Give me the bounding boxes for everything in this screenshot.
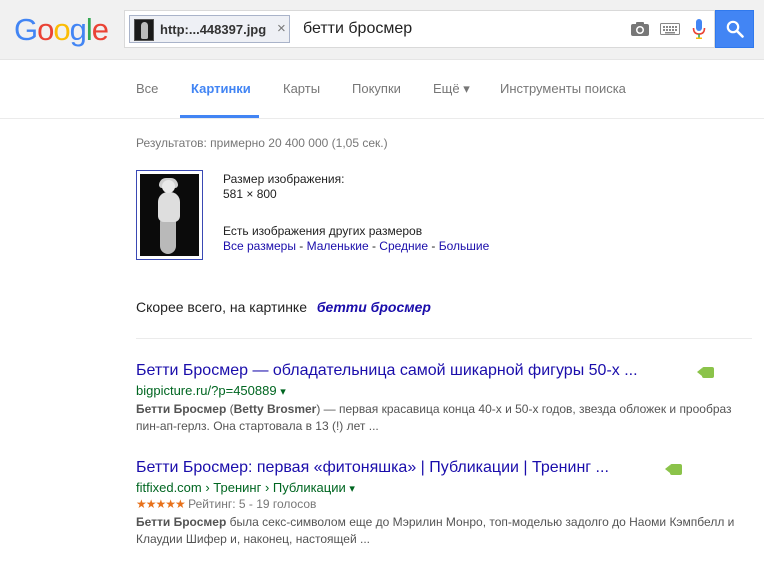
size-separator: - bbox=[295, 239, 307, 253]
result-snippet-2: Бетти Бросмер была секс-символом еще до … bbox=[136, 514, 736, 548]
search-box[interactable]: http:...448397.jpg × бетти бросмер bbox=[124, 10, 715, 48]
chevron-down-icon[interactable]: ▾ bbox=[280, 386, 286, 398]
image-size-label: Размер изображения: bbox=[223, 172, 345, 186]
result-url-1: bigpicture.ru/?p=450889 ▾ bbox=[136, 383, 286, 398]
tab-all[interactable]: Все bbox=[136, 81, 158, 96]
google-logo[interactable]: Google bbox=[14, 12, 109, 47]
rating: ★★★★★ Рейтинг: 5 - 19 голосов bbox=[136, 497, 316, 511]
divider bbox=[136, 338, 752, 339]
tab-search-tools[interactable]: Инструменты поиска bbox=[500, 81, 626, 96]
logo-letter: o bbox=[37, 12, 54, 47]
tab-shopping[interactable]: Покупки bbox=[352, 81, 401, 96]
preview-photo bbox=[140, 174, 199, 256]
search-button[interactable] bbox=[715, 10, 754, 48]
tab-more[interactable]: Ещё ▾ bbox=[433, 81, 470, 97]
image-size-value: 581 × 800 bbox=[223, 187, 277, 201]
tab-maps[interactable]: Карты bbox=[283, 81, 320, 96]
rating-text: Рейтинг: 5 - 19 голосов bbox=[188, 497, 317, 511]
tab-images[interactable]: Картинки bbox=[191, 81, 251, 96]
size-link-small[interactable]: Маленькие bbox=[307, 239, 369, 253]
result-title-1[interactable]: Бетти Бросмер — обладательница самой шик… bbox=[136, 362, 638, 380]
logo-letter: e bbox=[91, 12, 109, 47]
close-icon[interactable]: × bbox=[277, 20, 286, 37]
result-snippet-1: Бетти Бросмер (Betty Brosmer) — первая к… bbox=[136, 401, 736, 435]
image-preview[interactable] bbox=[136, 170, 203, 260]
size-link-all[interactable]: Все размеры bbox=[223, 239, 296, 253]
result-url-text: fitfixed.com › Тренинг › Публикации bbox=[136, 480, 346, 495]
figure-head bbox=[162, 180, 175, 193]
snippet-bold: Бетти Бросмер bbox=[136, 515, 227, 529]
figure-legs bbox=[160, 218, 176, 254]
tag-icon bbox=[665, 464, 682, 475]
snippet-text: ( bbox=[226, 402, 234, 416]
search-input[interactable]: бетти бросмер bbox=[303, 20, 412, 38]
top-bar: Google http:...448397.jpg × бетти бросме… bbox=[0, 0, 764, 60]
size-separator: - bbox=[368, 239, 380, 253]
size-link-medium[interactable]: Средние bbox=[379, 239, 428, 253]
chevron-down-icon[interactable]: ▾ bbox=[349, 483, 355, 495]
snippet-text: была секс-символом еще до Мэрилин Монро,… bbox=[136, 515, 735, 546]
star-icon: ★★★★★ bbox=[136, 497, 186, 511]
snippet-bold: Betty Brosmer bbox=[233, 402, 317, 416]
search-tabs: Все Картинки Карты Покупки Ещё ▾ Инструм… bbox=[0, 60, 764, 119]
logo-letter: G bbox=[14, 12, 38, 47]
keyboard-icon[interactable] bbox=[657, 11, 683, 47]
size-link-large[interactable]: Большие bbox=[439, 239, 490, 253]
microphone-icon[interactable] bbox=[687, 11, 711, 47]
image-thumbnail bbox=[134, 19, 154, 41]
logo-letter: o bbox=[53, 12, 70, 47]
result-url-text: bigpicture.ru/?p=450889 bbox=[136, 383, 277, 398]
best-guess-label: Скорее всего, на картинке bbox=[136, 299, 307, 315]
snippet-bold: Бетти Бросмер bbox=[136, 402, 227, 416]
active-tab-indicator bbox=[180, 115, 259, 118]
result-stats: Результатов: примерно 20 400 000 (1,05 с… bbox=[136, 136, 388, 150]
camera-icon[interactable] bbox=[627, 11, 653, 47]
size-separator: - bbox=[428, 239, 439, 253]
search-icon bbox=[726, 20, 744, 38]
image-query-chip[interactable]: http:...448397.jpg × bbox=[129, 15, 290, 43]
other-sizes-label: Есть изображения других размеров bbox=[223, 224, 423, 238]
figure-body bbox=[158, 192, 180, 222]
result-url-2: fitfixed.com › Тренинг › Публикации ▾ bbox=[136, 480, 355, 495]
best-guess-link[interactable]: бетти бросмер bbox=[317, 299, 431, 315]
best-guess: Скорее всего, на картинке бетти бросмер bbox=[136, 299, 431, 315]
result-title-2[interactable]: Бетти Бросмер: первая «фитоняшка» | Публ… bbox=[136, 459, 609, 477]
size-links: Все размеры - Маленькие - Средние - Боль… bbox=[223, 239, 489, 253]
tag-icon bbox=[697, 367, 714, 378]
logo-letter: g bbox=[69, 12, 87, 47]
image-url-text: http:...448397.jpg bbox=[160, 22, 267, 37]
